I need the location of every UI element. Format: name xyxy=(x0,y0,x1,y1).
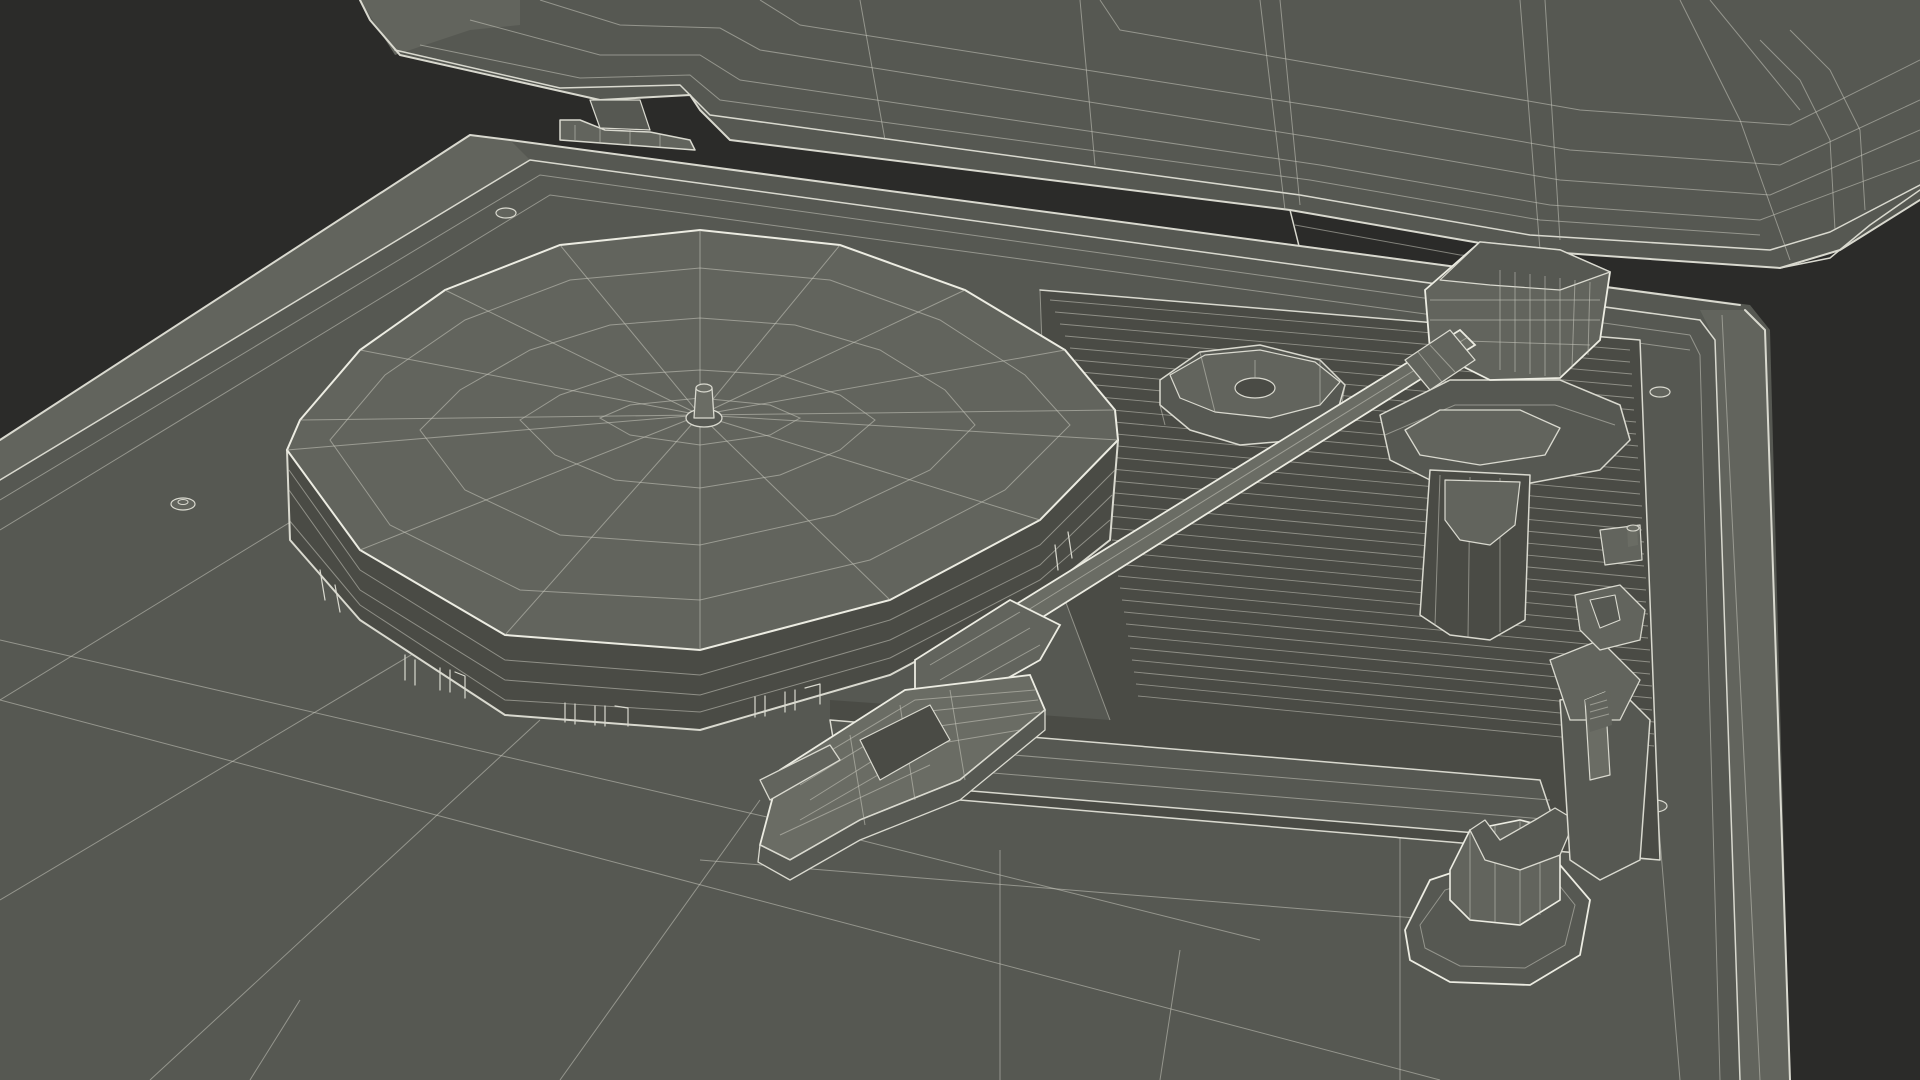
lid-hinges xyxy=(559,99,696,151)
screw-top xyxy=(495,207,517,219)
render-viewport xyxy=(0,0,1920,1080)
screw-right-top xyxy=(1649,386,1671,398)
turntable-scene xyxy=(0,0,1920,1080)
small-post xyxy=(1599,524,1643,566)
screw-left xyxy=(170,497,196,511)
